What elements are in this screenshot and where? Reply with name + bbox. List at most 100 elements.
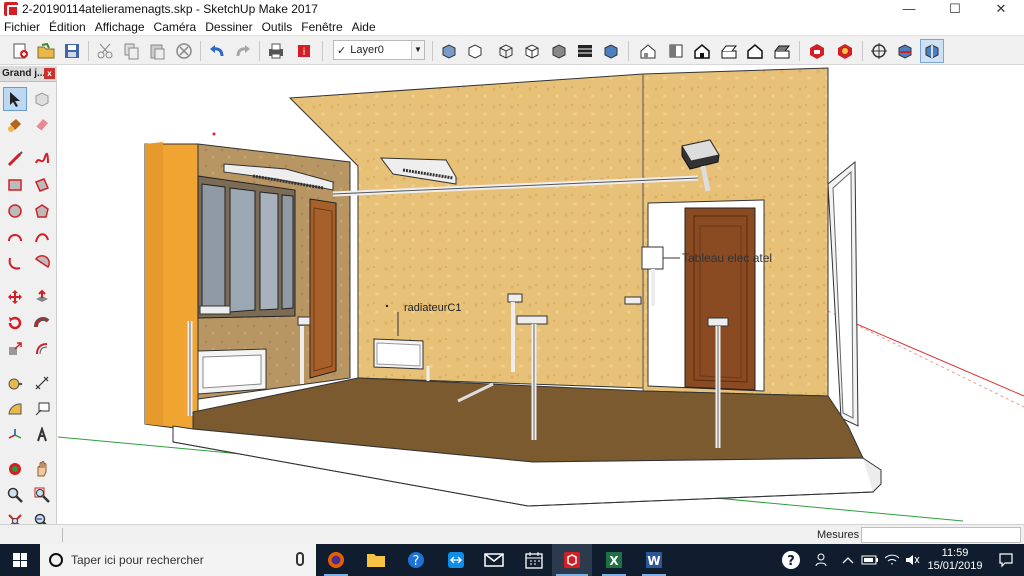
large-toolset-panel: Grand j... x	[0, 66, 57, 529]
taskbar-search[interactable]: Taper ici pour rechercher	[40, 544, 316, 576]
front-view-icon[interactable]	[690, 39, 714, 63]
start-button[interactable]	[0, 544, 40, 576]
chevron-down-icon[interactable]: ▼	[411, 41, 424, 59]
line-tool-icon[interactable]	[3, 147, 27, 171]
protractor-tool-icon[interactable]	[3, 397, 27, 421]
window	[197, 175, 296, 319]
freehand-tool-icon[interactable]	[30, 147, 54, 171]
hidden-line-style-icon[interactable]	[520, 39, 544, 63]
xray-style-icon[interactable]	[437, 39, 461, 63]
3d-text-tool-icon[interactable]	[30, 423, 54, 447]
minimize-button[interactable]: —	[886, 0, 932, 18]
volume-icon[interactable]	[902, 544, 922, 576]
model-info-icon[interactable]: i	[292, 39, 316, 63]
axes-tool-icon[interactable]	[3, 423, 27, 447]
section-plane-icon[interactable]	[867, 39, 891, 63]
menu-camera[interactable]: Caméra	[154, 20, 197, 34]
help-tray-icon[interactable]: ?	[776, 544, 806, 576]
network-icon[interactable]	[882, 544, 902, 576]
new-file-icon[interactable]	[8, 39, 32, 63]
paint-bucket-icon[interactable]	[3, 113, 27, 137]
offset-tool-icon[interactable]	[30, 337, 54, 361]
text-tool-icon[interactable]	[30, 397, 54, 421]
excel-taskbar-icon[interactable]: X	[594, 544, 634, 576]
menu-outils[interactable]: Outils	[262, 20, 293, 34]
move-tool-icon[interactable]	[3, 285, 27, 309]
zoom-tool-icon[interactable]	[3, 483, 27, 507]
paste-icon[interactable]	[145, 39, 169, 63]
save-icon[interactable]	[60, 39, 84, 63]
microphone-icon[interactable]	[296, 552, 304, 566]
model-viewport[interactable]: radiateurC1 Tableau elec atel	[58, 66, 1024, 524]
sketchup-taskbar-icon[interactable]	[552, 544, 592, 576]
panel-header[interactable]: Grand j... x	[0, 66, 57, 82]
shaded-style-icon[interactable]	[547, 39, 571, 63]
windows-taskbar: Taper ici pour rechercher ? X W ? 11:59 …	[0, 544, 1024, 576]
select-tool-icon[interactable]	[3, 87, 27, 111]
pie-tool-icon[interactable]	[30, 251, 54, 275]
scale-tool-icon[interactable]	[3, 337, 27, 361]
layer-select[interactable]: ✓ Layer0 ▼	[333, 40, 425, 60]
menu-fenetre[interactable]: Fenêtre	[301, 20, 342, 34]
print-icon[interactable]	[264, 39, 288, 63]
dimension-tool-icon[interactable]	[30, 371, 54, 395]
shaded-textures-style-icon[interactable]	[573, 39, 597, 63]
right-view-icon[interactable]	[717, 39, 741, 63]
left-view-icon[interactable]	[770, 39, 794, 63]
monochrome-style-icon[interactable]	[599, 39, 623, 63]
teamviewer-taskbar-icon[interactable]	[436, 544, 476, 576]
erase-icon[interactable]	[172, 39, 196, 63]
push-pull-tool-icon[interactable]	[30, 285, 54, 309]
zoom-window-tool-icon[interactable]	[30, 483, 54, 507]
file-explorer-taskbar-icon[interactable]	[356, 544, 396, 576]
chevron-up-icon[interactable]	[838, 544, 858, 576]
word-taskbar-icon[interactable]: W	[634, 544, 674, 576]
extension-warehouse-icon[interactable]	[833, 39, 857, 63]
battery-icon[interactable]	[860, 544, 880, 576]
menu-edition[interactable]: Édition	[49, 20, 86, 34]
iso-view-icon[interactable]	[636, 39, 660, 63]
panel-close-button[interactable]: x	[44, 68, 55, 79]
circle-tool-icon[interactable]	[3, 199, 27, 223]
top-view-icon[interactable]	[664, 39, 688, 63]
maximize-button[interactable]: ☐	[932, 0, 978, 18]
arc-tool-icon[interactable]	[3, 225, 27, 249]
make-component-icon[interactable]	[30, 87, 54, 111]
cut-icon[interactable]	[93, 39, 117, 63]
copy-icon[interactable]	[119, 39, 143, 63]
wireframe-style-icon[interactable]	[494, 39, 518, 63]
measurements-input[interactable]	[861, 527, 1021, 543]
help-taskbar-icon[interactable]: ?	[396, 544, 436, 576]
orbit-tool-icon[interactable]	[3, 457, 27, 481]
two-point-arc-tool-icon[interactable]	[30, 225, 54, 249]
redo-icon[interactable]	[231, 39, 255, 63]
firefox-taskbar-icon[interactable]	[316, 544, 356, 576]
mail-taskbar-icon[interactable]	[474, 544, 514, 576]
close-button[interactable]: ✕	[978, 0, 1024, 18]
eraser-icon[interactable]	[30, 113, 54, 137]
back-edges-style-icon[interactable]	[463, 39, 487, 63]
menu-affichage[interactable]: Affichage	[95, 20, 145, 34]
pan-tool-icon[interactable]	[30, 457, 54, 481]
action-center-icon[interactable]	[990, 544, 1022, 576]
3d-warehouse-icon[interactable]	[805, 39, 829, 63]
undo-icon[interactable]	[205, 39, 229, 63]
menu-fichier[interactable]: Fichier	[4, 20, 40, 34]
three-point-arc-tool-icon[interactable]	[3, 251, 27, 275]
back-view-icon[interactable]	[743, 39, 767, 63]
tape-measure-tool-icon[interactable]	[3, 371, 27, 395]
taskbar-clock[interactable]: 11:59 15/01/2019	[922, 547, 988, 573]
rotate-tool-icon[interactable]	[3, 311, 27, 335]
menu-dessiner[interactable]: Dessiner	[205, 20, 252, 34]
rectangle-tool-icon[interactable]	[3, 173, 27, 197]
menu-aide[interactable]: Aide	[352, 20, 376, 34]
rotated-rectangle-tool-icon[interactable]	[30, 173, 54, 197]
sketchup-app-icon[interactable]	[4, 2, 19, 17]
polygon-tool-icon[interactable]	[30, 199, 54, 223]
section-cuts-icon[interactable]	[920, 39, 944, 63]
follow-me-tool-icon[interactable]	[30, 311, 54, 335]
people-icon[interactable]	[810, 544, 834, 576]
open-folder-icon[interactable]	[34, 39, 58, 63]
calendar-taskbar-icon[interactable]	[514, 544, 554, 576]
section-display-icon[interactable]	[893, 39, 917, 63]
